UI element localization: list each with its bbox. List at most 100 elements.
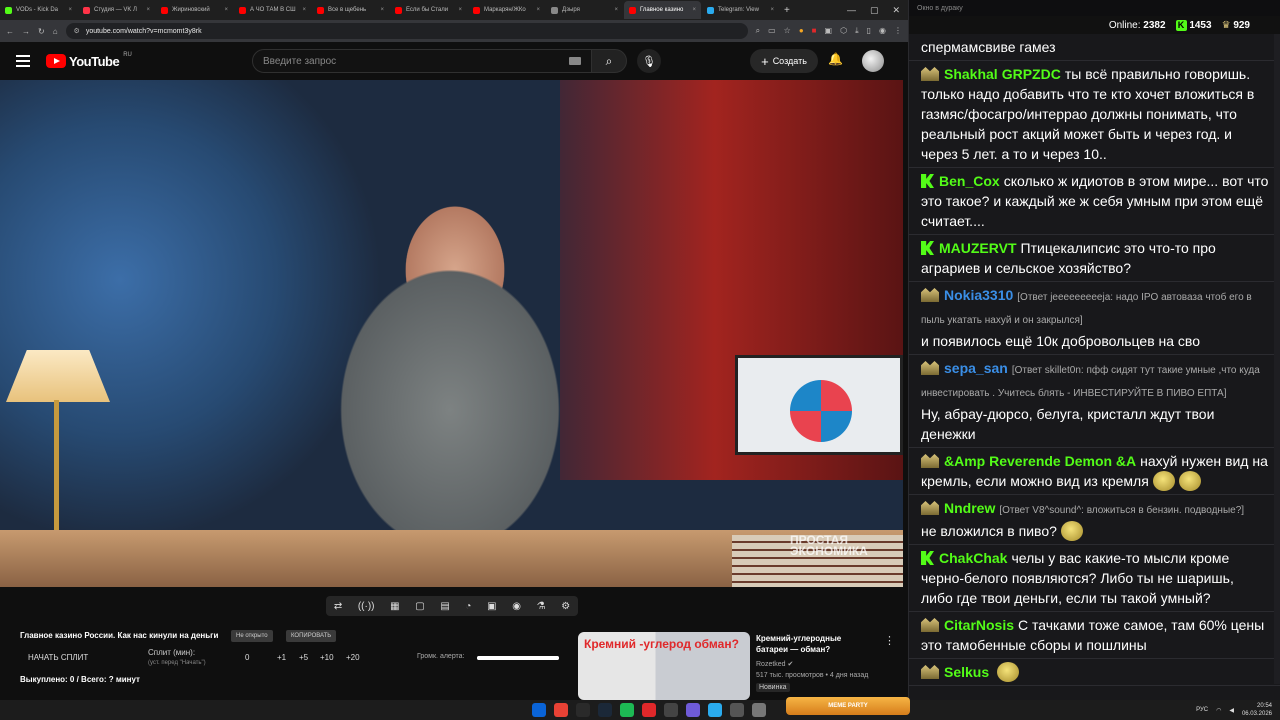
tab-close-icon[interactable]: × <box>377 7 384 13</box>
browser-tab[interactable]: Если бы Стали × <box>390 1 467 19</box>
chat-username[interactable]: ChakChak <box>939 550 1007 566</box>
recommended-title[interactable]: Кремний-углеродные батареи — обман? <box>756 633 866 655</box>
browser-tab[interactable]: Студия — VK Л × <box>78 1 155 19</box>
taskbar-app-icon[interactable] <box>730 703 744 717</box>
browser-tab[interactable]: Главное казино × <box>624 1 701 19</box>
split-plus10-button[interactable]: +10 <box>320 653 334 662</box>
url-field[interactable]: ⚙ youtube.com/watch?v=mcmomt3y8rk <box>65 23 748 39</box>
back-icon[interactable]: ← <box>6 27 14 36</box>
language-indicator[interactable]: РУС <box>1196 707 1208 713</box>
tab-close-icon[interactable]: × <box>65 7 72 13</box>
video-tool-icon[interactable]: ▣ <box>487 601 496 612</box>
tab-close-icon[interactable]: × <box>221 7 228 13</box>
taskbar-app-icon[interactable] <box>752 703 766 717</box>
video-player[interactable]: ПРОСТАЯ ЭКОНОМИКА <box>0 80 903 587</box>
browser-tab[interactable]: Маркарян/ЖКо × <box>468 1 545 19</box>
video-tool-icon[interactable]: ⇄ <box>334 601 342 612</box>
home-icon[interactable]: ⌂ <box>53 27 58 36</box>
youtube-logo[interactable]: YouTube RU <box>46 52 132 69</box>
volume-icon[interactable]: ◀ <box>1229 707 1234 714</box>
download-icon[interactable]: ⤓ <box>855 26 859 36</box>
video-tool-icon[interactable]: ▤ <box>440 601 449 612</box>
chat-username[interactable]: Selkus <box>944 664 989 680</box>
taskbar-app-icon[interactable] <box>598 703 612 717</box>
tab-close-icon[interactable]: × <box>299 7 306 13</box>
voice-search-button[interactable]: 🎙 <box>637 49 661 73</box>
video-tool-icon[interactable]: ◉ <box>512 601 521 612</box>
taskbar-app-icon[interactable] <box>620 703 634 717</box>
chat-username[interactable]: Ben_Cox <box>939 173 1000 189</box>
chat-username[interactable]: CitarNosis <box>944 617 1014 633</box>
chat-scrollbar[interactable] <box>1274 34 1280 684</box>
tab-close-icon[interactable]: × <box>533 7 540 13</box>
taskbar-app-icon[interactable] <box>554 703 568 717</box>
chat-username-tag[interactable]: GRPZDC <box>1002 66 1061 82</box>
video-tool-icon[interactable]: ⚗ <box>537 601 546 612</box>
meme-party-widget[interactable]: MEME PARTY <box>786 697 910 715</box>
chat-username[interactable]: &Amp Reverende Demon &A <box>944 453 1136 469</box>
tab-close-icon[interactable]: × <box>143 7 150 13</box>
recommended-thumbnail[interactable]: Кремний -углерод обман? <box>578 632 750 700</box>
taskbar-app-icon[interactable] <box>708 703 722 717</box>
extension-icon[interactable]: ▣ <box>825 26 833 36</box>
browser-tab[interactable]: Жириновский × <box>156 1 233 19</box>
create-button[interactable]: + Создать <box>750 49 818 73</box>
menu-burger-icon[interactable] <box>16 55 30 67</box>
site-info-icon[interactable]: ⚙ <box>74 27 80 35</box>
browser-tab[interactable]: Telegram: View × <box>702 1 779 19</box>
video-tool-icon[interactable]: ⚙ <box>561 601 570 612</box>
start-split-button[interactable]: НАЧАТЬ СПЛИТ <box>28 653 88 662</box>
maximize-icon[interactable]: ▢ <box>870 5 879 16</box>
profile-icon[interactable]: ◉ <box>879 26 886 36</box>
video-tool-icon[interactable]: ◔ <box>465 601 471 612</box>
forward-icon[interactable]: → <box>22 27 30 36</box>
more-options-icon[interactable]: ⋮ <box>884 634 895 647</box>
chat-username[interactable]: MAUZERVT <box>939 240 1017 256</box>
reload-icon[interactable]: ↻ <box>38 27 45 36</box>
minimize-icon[interactable]: — <box>847 5 856 16</box>
search-input[interactable]: Введите запрос <box>252 49 592 73</box>
alert-volume-slider[interactable] <box>477 656 559 660</box>
taskbar-app-icon[interactable] <box>686 703 700 717</box>
tab-close-icon[interactable]: × <box>611 7 618 13</box>
taskbar-app-icon[interactable] <box>642 703 656 717</box>
tab-close-icon[interactable]: × <box>455 7 462 13</box>
browser-tab[interactable]: А ЧО ТАМ В СШ × <box>234 1 311 19</box>
browser-tab[interactable]: VODs - Kick Da × <box>0 1 77 19</box>
bookmark-star-icon[interactable]: ☆ <box>784 26 791 36</box>
cast-icon[interactable]: ▭ <box>768 26 776 36</box>
taskbar-app-icon[interactable] <box>532 703 546 717</box>
video-tool-icon[interactable]: ▢ <box>415 601 424 612</box>
search-button[interactable]: ⌕ <box>591 49 627 73</box>
split-plus1-button[interactable]: +1 <box>277 653 286 662</box>
zoom-icon[interactable]: ⌕ <box>756 26 760 36</box>
extension-icon[interactable]: ● <box>799 26 804 36</box>
sidebar-icon[interactable]: ▯ <box>867 26 871 36</box>
extension-icon[interactable]: ■ <box>812 26 817 36</box>
browser-tab[interactable]: Дзыря × <box>546 1 623 19</box>
split-plus20-button[interactable]: +20 <box>346 653 360 662</box>
taskbar-app-icon[interactable] <box>576 703 590 717</box>
wifi-icon[interactable]: ◠ <box>1216 707 1221 714</box>
chat-username[interactable]: sepa_san <box>944 360 1008 376</box>
avatar[interactable] <box>862 50 884 72</box>
extension-icon[interactable]: ⬡ <box>840 26 847 36</box>
tab-close-icon[interactable]: × <box>767 7 774 13</box>
split-value-button[interactable]: 0 <box>245 653 249 662</box>
copy-button[interactable]: КОПИРОВАТЬ <box>286 630 337 642</box>
new-tab-button[interactable]: + <box>784 5 790 16</box>
chat-username[interactable]: Nokia3310 <box>944 287 1013 303</box>
video-tool-icon[interactable]: ▦ <box>390 601 399 612</box>
taskbar-app-icon[interactable] <box>664 703 678 717</box>
chat-username[interactable]: Shakhal <box>944 66 998 82</box>
split-plus5-button[interactable]: +5 <box>299 653 308 662</box>
chat-username[interactable]: Nndrew <box>944 500 995 516</box>
recommended-channel[interactable]: Rozetked ✔ <box>756 660 793 668</box>
video-tool-icon[interactable]: ((·)) <box>358 601 375 612</box>
tab-close-icon[interactable]: × <box>689 7 696 13</box>
menu-icon[interactable]: ⋮ <box>894 26 902 36</box>
clock[interactable]: 20:54 06.03.2026 <box>1242 702 1272 718</box>
notifications-bell-icon[interactable]: 🔔 <box>828 52 843 66</box>
close-window-icon[interactable]: ✕ <box>892 5 900 16</box>
browser-tab[interactable]: Все в щебень × <box>312 1 389 19</box>
